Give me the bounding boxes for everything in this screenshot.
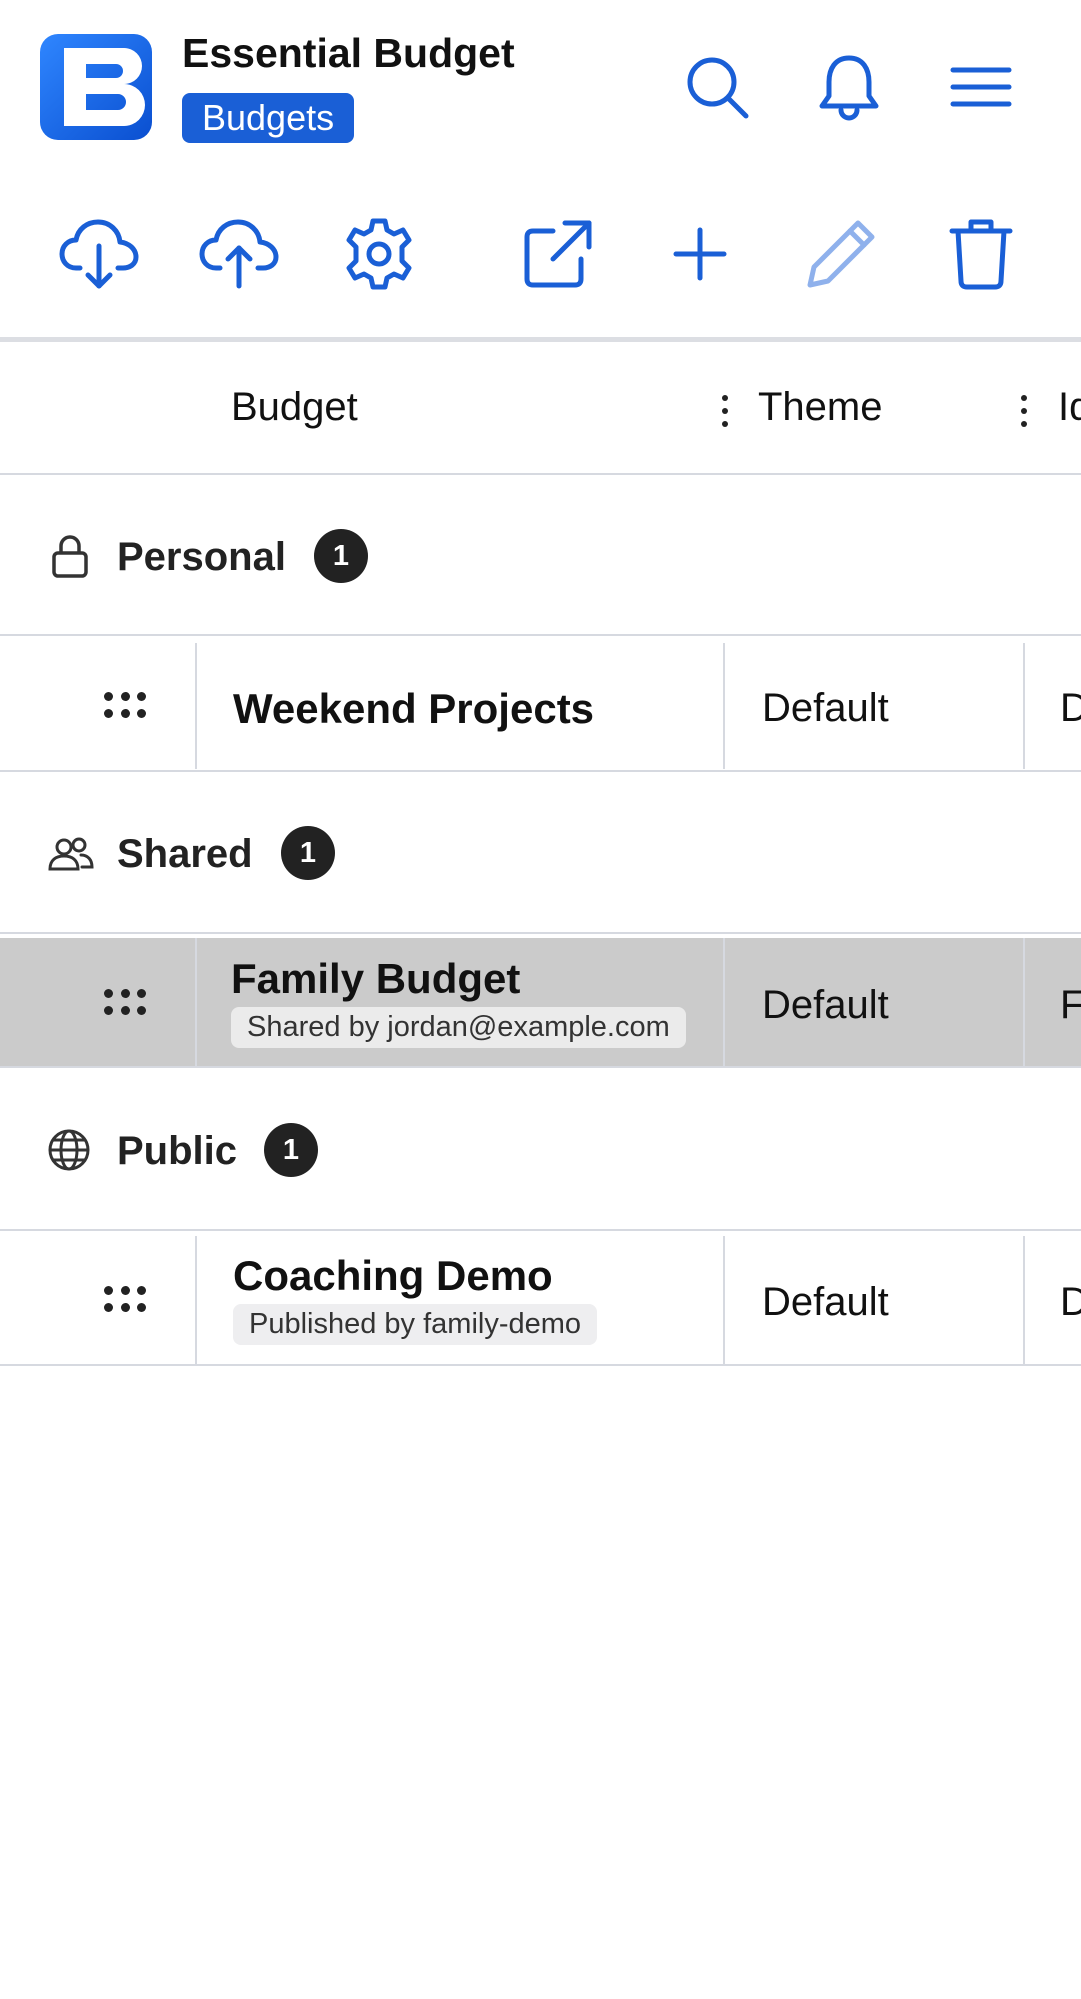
plus-icon[interactable] [657,211,743,297]
group-label-shared: Shared [117,832,253,876]
cell-divider [195,938,197,1066]
divider [0,770,1081,772]
budget-name[interactable]: Coaching Demo [233,1252,553,1300]
cell-divider [1023,1236,1025,1364]
cloud-upload-icon[interactable] [196,211,282,297]
divider [0,932,1081,934]
cell-divider [1023,643,1025,769]
cell-divider [723,643,725,769]
section-badge[interactable]: Budgets [182,93,355,143]
group-label-public: Public [117,1129,238,1173]
divider [0,1066,1081,1068]
divider [0,634,1081,636]
bell-icon[interactable] [814,52,884,122]
published-by-label: Published by family-demo [233,1304,598,1345]
cell-divider [1023,938,1025,1066]
app-title: Essential Budget [182,30,515,76]
cell-divider [723,1236,725,1364]
id-cell: D [1060,1280,1081,1324]
column-header-theme[interactable]: Theme [758,385,883,430]
group-count-badge: 1 [281,826,335,880]
drag-handle-icon[interactable] [104,692,148,720]
globe-icon [47,1128,91,1177]
cell-divider [195,1236,197,1364]
budget-name[interactable]: Family Budget [231,955,520,1003]
menu-icon[interactable] [946,52,1016,122]
group-count-badge: 1 [264,1123,318,1177]
budget-name[interactable]: Weekend Projects [233,685,594,733]
trash-icon[interactable] [938,211,1024,297]
search-icon[interactable] [682,52,752,122]
theme-cell: Default [762,983,889,1027]
lock-icon [50,533,90,584]
external-link-icon[interactable] [515,211,601,297]
column-resize-handle[interactable] [715,391,735,431]
divider [0,1229,1081,1231]
theme-cell: Default [762,686,889,730]
column-resize-handle[interactable] [1014,391,1034,431]
column-header-id[interactable]: Id [1058,385,1081,430]
toolbar-divider [0,337,1081,342]
cell-divider [723,938,725,1066]
users-icon [47,836,95,877]
group-count-badge: 1 [314,529,368,583]
pencil-icon[interactable] [798,211,884,297]
theme-cell: Default [762,1280,889,1324]
id-cell: F [1060,983,1081,1027]
gear-icon[interactable] [336,211,422,297]
drag-handle-icon[interactable] [104,989,148,1017]
divider [0,1364,1081,1366]
app-logo [38,32,154,142]
drag-handle-icon[interactable] [104,1286,148,1314]
shared-by-label: Shared by jordan@example.com [231,1007,686,1048]
group-label-personal: Personal [117,535,286,579]
column-header-budget[interactable]: Budget [231,385,358,430]
divider [0,473,1081,475]
cell-divider [195,643,197,769]
id-cell: D [1060,686,1081,730]
cloud-download-icon[interactable] [56,211,142,297]
